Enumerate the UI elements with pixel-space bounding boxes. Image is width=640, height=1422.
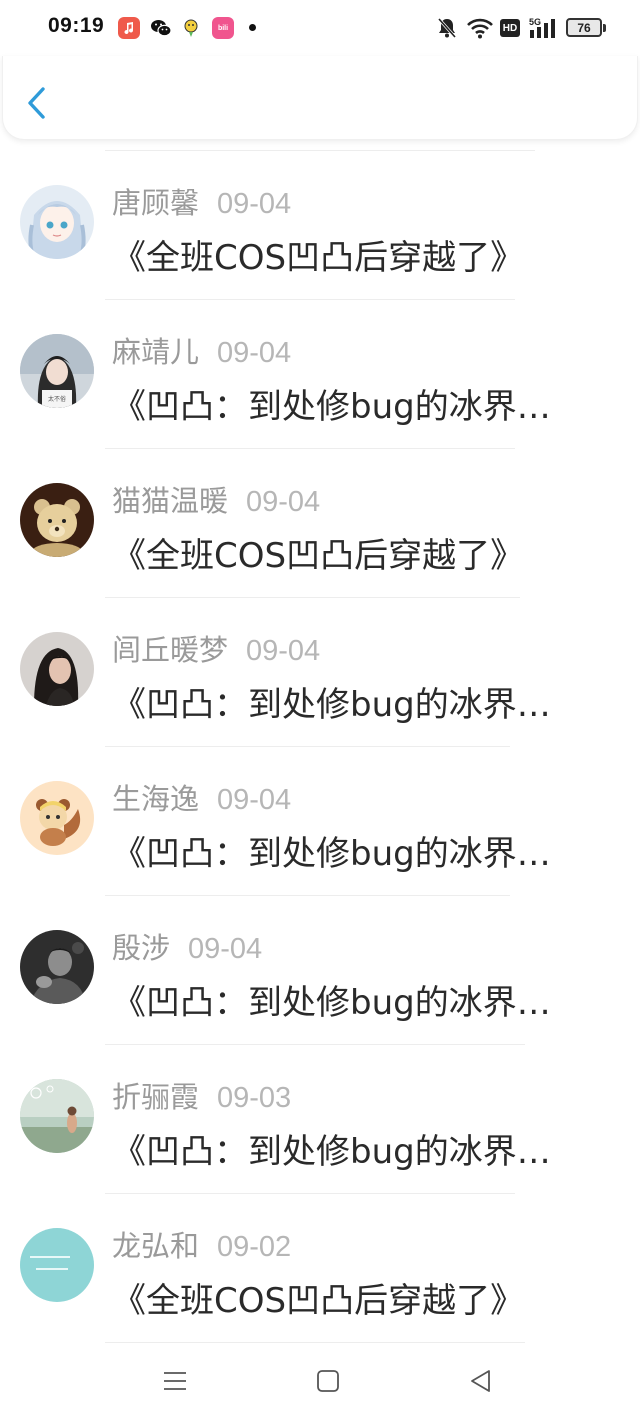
book-title: 《凹凸：到处修bug的冰界… (112, 1132, 551, 1172)
comment-date: 09-04 (246, 635, 321, 667)
top-header (2, 56, 638, 140)
home-button[interactable] (313, 1366, 343, 1396)
back-nav-button[interactable] (466, 1366, 496, 1396)
teddy-bear-avatar (20, 483, 94, 557)
comment-meta: 折骊霞 09-03 (112, 1074, 291, 1116)
comment-date: 09-04 (217, 784, 292, 816)
avatar[interactable]: 太不俗 (20, 334, 94, 408)
avatar[interactable] (20, 1079, 94, 1153)
list-item[interactable]: 唐顾馨 09-04 《全班COS凹凸后穿越了》 (0, 150, 640, 299)
svg-text:太不俗: 太不俗 (48, 395, 66, 403)
back-triangle-icon (471, 1370, 490, 1392)
book-title: 《凹凸：到处修bug的冰界… (112, 685, 551, 725)
list-item[interactable]: 太不俗 麻靖儿 09-04 《凹凸：到处修bug的冰界… (0, 299, 640, 448)
commenter-name: 唐顾馨 (112, 186, 200, 220)
list-item[interactable]: 殷涉 09-04 《凹凸：到处修bug的冰界… (0, 895, 640, 1044)
home-square-icon (317, 1370, 339, 1392)
menu-button[interactable] (160, 1366, 190, 1396)
outdoor-child-avatar (20, 1079, 94, 1153)
comment-meta: 闾丘暖梦 09-04 (112, 627, 320, 669)
bell-muted-icon (437, 18, 457, 38)
comment-meta: 麻靖儿 09-04 (112, 329, 291, 371)
comment-meta: 生海逸 09-04 (112, 776, 291, 818)
commenter-name: 龙弘和 (112, 1229, 200, 1263)
avatar[interactable] (20, 483, 94, 557)
bilibili-icon: bili (212, 17, 234, 39)
back-button[interactable] (23, 84, 53, 122)
comment-date: 09-02 (217, 1231, 292, 1263)
divider (105, 1342, 525, 1343)
comment-date: 09-04 (217, 337, 292, 369)
commenter-name: 猫猫温暖 (112, 484, 229, 518)
comment-date: 09-04 (246, 486, 321, 518)
notification-dot (249, 24, 256, 31)
cartoon-squirrel-avatar (20, 781, 94, 855)
bird-app-icon (180, 17, 202, 39)
book-title: 《全班COS凹凸后穿越了》 (112, 1281, 525, 1321)
status-time: 09:19 (48, 14, 105, 37)
book-title: 《凹凸：到处修bug的冰界… (112, 983, 551, 1023)
wechat-icon (150, 17, 172, 39)
book-title: 《全班COS凹凸后穿越了》 (112, 536, 525, 576)
comment-date: 09-04 (188, 933, 263, 965)
comment-meta: 龙弘和 09-02 (112, 1223, 291, 1265)
avatar[interactable] (20, 185, 94, 259)
signal-5g-icon: 5G (529, 17, 555, 38)
commenter-name: 殷涉 (112, 931, 171, 965)
avatar[interactable] (20, 1228, 94, 1302)
avatar[interactable] (20, 781, 94, 855)
wifi-icon (467, 18, 493, 39)
battery-indicator: 76 (566, 18, 606, 37)
commenter-name: 闾丘暖梦 (112, 633, 229, 667)
man-bw-avatar (20, 930, 94, 1004)
svg-text:5G: 5G (529, 17, 541, 27)
anime-girl-avatar (20, 185, 94, 259)
woman-portrait-avatar (20, 632, 94, 706)
list-item[interactable]: 折骊霞 09-03 《凹凸：到处修bug的冰界… (0, 1044, 640, 1193)
comment-meta: 唐顾馨 09-04 (112, 180, 291, 222)
menu-icon (164, 1372, 186, 1390)
status-bar: 09:19 bili HD 5G 76 (0, 0, 640, 56)
hd-badge: HD (500, 19, 520, 37)
list-item[interactable]: 龙弘和 09-02 《全班COS凹凸后穿越了》 (0, 1193, 640, 1342)
list-item[interactable]: 猫猫温暖 09-04 《全班COS凹凸后穿越了》 (0, 448, 640, 597)
comment-date: 09-04 (217, 188, 292, 220)
avatar[interactable] (20, 930, 94, 1004)
music-app-icon (118, 17, 140, 39)
book-title: 《凹凸：到处修bug的冰界… (112, 834, 551, 874)
comment-meta: 殷涉 09-04 (112, 925, 262, 967)
book-title: 《全班COS凹凸后穿越了》 (112, 238, 525, 278)
chevron-left-icon (28, 87, 45, 119)
teal-text-avatar (20, 1228, 94, 1302)
commenter-name: 生海逸 (112, 782, 200, 816)
commenter-name: 折骊霞 (112, 1080, 200, 1114)
list-item[interactable]: 闾丘暖梦 09-04 《凹凸：到处修bug的冰界… (0, 597, 640, 746)
comment-meta: 猫猫温暖 09-04 (112, 478, 320, 520)
commenter-name: 麻靖儿 (112, 335, 200, 369)
girl-photo-avatar: 太不俗 (20, 334, 94, 408)
system-nav-bar (0, 1344, 640, 1422)
avatar[interactable] (20, 632, 94, 706)
comment-date: 09-03 (217, 1082, 292, 1114)
list-item[interactable]: 生海逸 09-04 《凹凸：到处修bug的冰界… (0, 746, 640, 895)
book-title: 《凹凸：到处修bug的冰界… (112, 387, 551, 427)
